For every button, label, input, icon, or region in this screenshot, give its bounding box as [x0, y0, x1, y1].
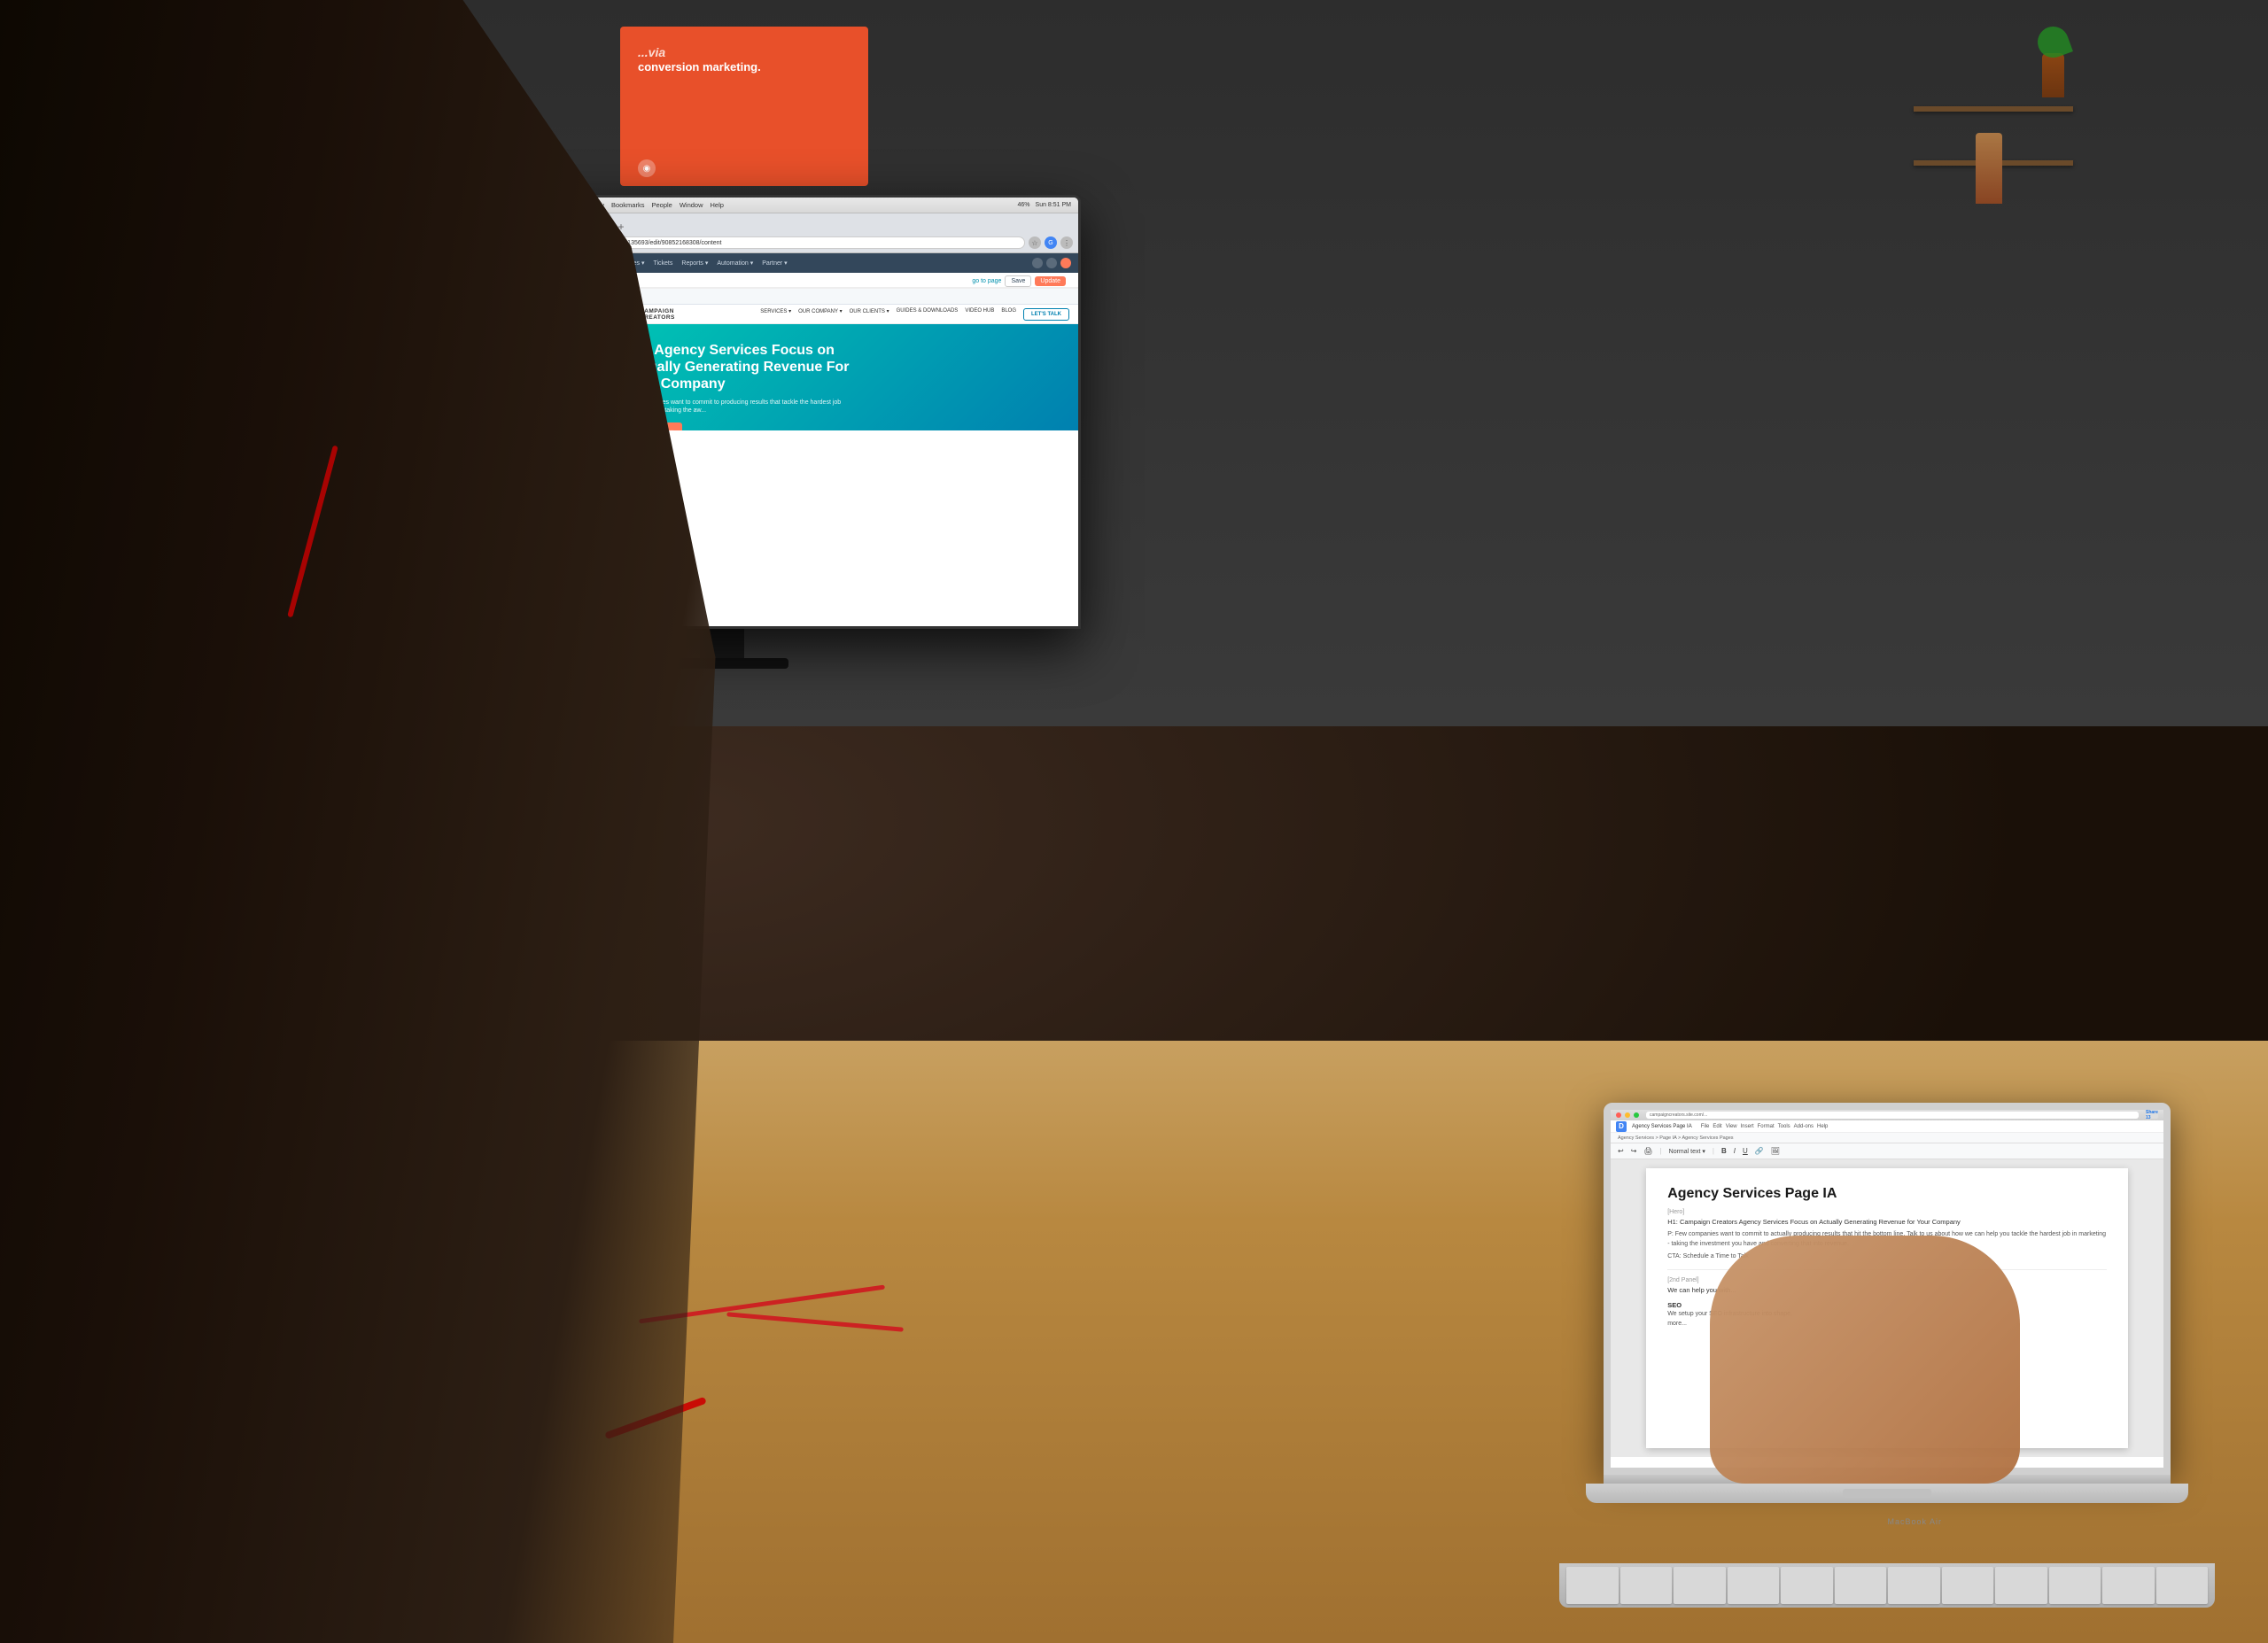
preview-link[interactable]: go to page — [972, 278, 1001, 284]
wall-decoration — [1976, 133, 2002, 204]
editor-actions: go to page Save Update — [972, 275, 1071, 287]
help-menu[interactable]: Help — [711, 201, 724, 209]
toolbar-italic[interactable]: I — [1734, 1147, 1736, 1155]
gdoc-toolbar: ↩ ↪ 🖨 | Normal text ▾ | B I U 🔗 🖼 — [1611, 1143, 2163, 1159]
toolbar-underline[interactable]: U — [1743, 1147, 1748, 1155]
file-menu-item[interactable]: File — [1701, 1124, 1710, 1129]
hs-notif-icon[interactable] — [1046, 258, 1057, 268]
bookmark-btn[interactable]: ☆ — [1029, 236, 1041, 249]
laptop-trackpad[interactable] — [1843, 1489, 1931, 1498]
breadcrumb-text: Agency Services > Page IA > Agency Servi… — [1618, 1135, 1734, 1141]
key[interactable] — [1728, 1567, 1780, 1604]
save-button[interactable]: Save — [1005, 275, 1031, 287]
hero-h1: H1: Campaign Creators Agency Services Fo… — [1667, 1217, 2107, 1227]
cc-nav-clients[interactable]: OUR CLIENTS ▾ — [850, 308, 889, 321]
automation-nav[interactable]: Automation ▾ — [717, 260, 753, 267]
people-menu[interactable]: People — [651, 201, 672, 209]
laptop-close-btn[interactable] — [1616, 1112, 1621, 1118]
toolbar-undo[interactable]: ↩ — [1618, 1147, 1624, 1155]
hs-profile-icon[interactable] — [1060, 258, 1071, 268]
gdoc-page-title: Agency Services Page IA — [1667, 1186, 2107, 1202]
view-menu-item[interactable]: View — [1726, 1124, 1737, 1129]
laptop-base — [1586, 1484, 2188, 1503]
cc-site-header: ◉ CAMPAIGNCREATORS SERVICES ▾ OUR COMPAN… — [613, 305, 1078, 324]
cc-nav: SERVICES ▾ OUR COMPANY ▾ OUR CLIENTS ▾ G… — [760, 308, 1069, 321]
key[interactable] — [1835, 1567, 1887, 1604]
laptop-share-btn[interactable]: Share 13 — [2146, 1112, 2158, 1119]
cc-hero-section: Our Agency Services Focus on Actually Ge… — [613, 324, 1078, 430]
toolbar-font[interactable]: Normal text ▾ — [1669, 1148, 1705, 1155]
laptop-brand-label: MacBook Air — [1887, 1517, 1942, 1526]
key[interactable] — [1674, 1567, 1726, 1604]
poster-logo: ◉ — [638, 159, 656, 177]
laptop-nav-btns: Share 13 — [2146, 1112, 2158, 1119]
bookmarks-menu[interactable]: Bookmarks — [611, 201, 645, 209]
profile-btn[interactable]: G — [1045, 236, 1057, 249]
time-display: Sun 8:51 PM — [1036, 202, 1071, 208]
hero-label: [Hero] — [1667, 1209, 2107, 1215]
toolbar-link[interactable]: 🔗 — [1755, 1147, 1764, 1155]
gdoc-menubar: D Agency Services Page IA File Edit View… — [1611, 1120, 2163, 1133]
cc-hero-title: Our Agency Services Focus on Actually Ge… — [625, 342, 867, 393]
browser-actions: ☆ G ⋮ — [1029, 236, 1073, 249]
key[interactable] — [2049, 1567, 2101, 1604]
shelf-1 — [1914, 106, 2073, 112]
update-button[interactable]: Update — [1035, 276, 1066, 286]
extensions-btn[interactable]: ⋮ — [1060, 236, 1073, 249]
toolbar-print[interactable]: 🖨 — [1643, 1147, 1652, 1155]
key[interactable] — [1995, 1567, 2047, 1604]
share-label: Share 13 — [2146, 1110, 2158, 1120]
toolbar-separator: | — [1660, 1147, 1662, 1155]
key[interactable] — [1888, 1567, 1940, 1604]
help-menu-item[interactable]: Help — [1817, 1124, 1828, 1129]
tools-menu-item[interactable]: Tools — [1778, 1124, 1790, 1129]
gdoc-title-text: Agency Services Page IA — [1632, 1124, 1692, 1129]
gdoc-icon: D — [1616, 1121, 1627, 1132]
key[interactable] — [2102, 1567, 2155, 1604]
key[interactable] — [1566, 1567, 1619, 1604]
window-menu[interactable]: Window — [680, 201, 703, 209]
tickets-nav[interactable]: Tickets — [653, 260, 672, 267]
gdoc-menu-items: File Edit View Insert Format Tools Add-o… — [1701, 1124, 1829, 1129]
reports-nav[interactable]: Reports ▾ — [681, 260, 708, 267]
toolbar-img[interactable]: 🖼 — [1771, 1147, 1780, 1155]
cc-lets-talk-btn[interactable]: LET'S TALK — [1023, 308, 1069, 321]
cc-nav-blog[interactable]: BLOG — [1001, 308, 1016, 321]
cc-nav-company[interactable]: OUR COMPANY ▾ — [798, 308, 842, 321]
key[interactable] — [1942, 1567, 1994, 1604]
laptop-keyboard[interactable] — [1559, 1563, 2215, 1608]
laptop-max-btn[interactable] — [1634, 1112, 1639, 1118]
laptop-url: campaigncreators.site.com/... — [1650, 1112, 1707, 1118]
toolbar-redo[interactable]: ↪ — [1631, 1147, 1637, 1155]
status-items: 46% Sun 8:51 PM — [1018, 202, 1071, 208]
addons-menu-item[interactable]: Add-ons — [1794, 1124, 1814, 1129]
toolbar-bold[interactable]: B — [1721, 1147, 1727, 1155]
cc-nav-guides[interactable]: GUIDES & DOWNLOADS — [897, 308, 959, 321]
hs-search-icon[interactable] — [1032, 258, 1043, 268]
laptop-address-bar[interactable]: campaigncreators.site.com/... — [1646, 1112, 2139, 1119]
edit-menu-item[interactable]: Edit — [1713, 1124, 1721, 1129]
cc-nav-video[interactable]: VIDEO HUB — [965, 308, 994, 321]
gdoc-breadcrumb: Agency Services > Page IA > Agency Servi… — [1611, 1133, 2163, 1143]
laptop-min-btn[interactable] — [1625, 1112, 1630, 1118]
key[interactable] — [1620, 1567, 1673, 1604]
laptop-chrome-bar: campaigncreators.site.com/... Share 13 — [1611, 1110, 2163, 1120]
battery-icon: 46% — [1018, 202, 1030, 208]
toolbar-separator-2: | — [1713, 1147, 1714, 1155]
wall-poster: ...via conversion marketing. ◉ — [620, 27, 868, 186]
poster-text: ...via conversion marketing. — [638, 44, 761, 75]
partner-nav[interactable]: Partner ▾ — [762, 260, 787, 267]
hs-right-actions — [1032, 258, 1071, 268]
vase — [2042, 53, 2064, 97]
key[interactable] — [2156, 1567, 2209, 1604]
cc-nav-services[interactable]: SERVICES ▾ — [760, 308, 791, 321]
insert-menu-item[interactable]: Insert — [1741, 1124, 1754, 1129]
key[interactable] — [1781, 1567, 1833, 1604]
person-hand — [1710, 1236, 2020, 1484]
format-menu-item[interactable]: Format — [1758, 1124, 1775, 1129]
